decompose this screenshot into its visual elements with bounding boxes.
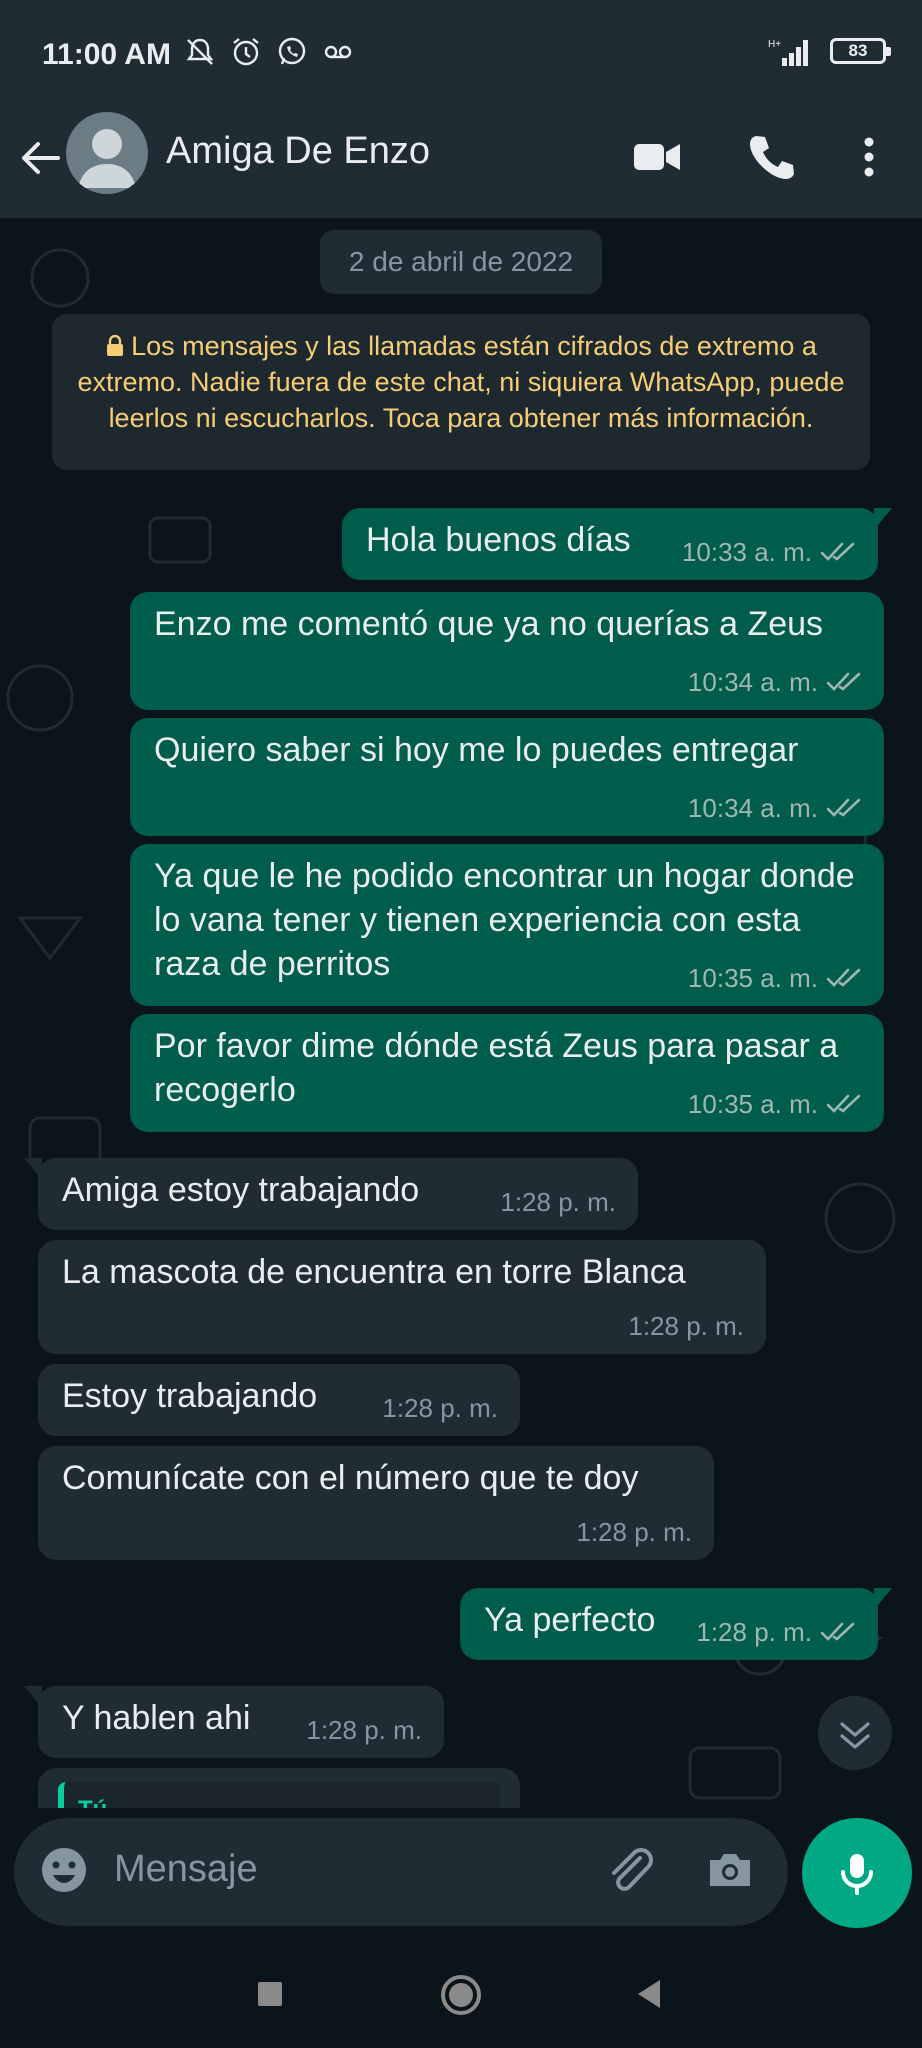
mic-icon	[841, 1854, 873, 1895]
message-text: Amiga estoy trabajando	[62, 1171, 420, 1209]
message-text: Enzo me comentó que ya no querías a Zeus	[154, 605, 824, 643]
bubble-tail	[874, 508, 892, 530]
message-text: Hola buenos días	[366, 521, 631, 559]
message-time: 1:28 p. m.	[696, 1617, 812, 1647]
message-text: Comunícate con el número que te doy	[62, 1459, 639, 1497]
message-incoming[interactable]: Comunícate con el número que te doy 1:28…	[38, 1446, 714, 1560]
chevron-down-icon	[840, 1722, 870, 1749]
message-time: 1:28 p. m.	[306, 1715, 422, 1745]
bubble-tail	[874, 1588, 892, 1610]
message-time: 10:34 a. m.	[687, 793, 818, 823]
message-time: 10:35 a. m.	[687, 963, 818, 993]
message-composer[interactable]: Mensaje	[14, 1818, 788, 1926]
message-outgoing[interactable]: Enzo me comentó que ya no querías a Zeus…	[130, 592, 884, 710]
home-button-icon[interactable]	[438, 1972, 484, 2018]
signal-icon: H+	[768, 39, 808, 66]
message-time: 1:28 p. m.	[576, 1517, 692, 1547]
status-bar: 11:00 AM H+ 83	[0, 0, 922, 108]
message-incoming[interactable]: La mascota de encuentra en torre Blanca …	[38, 1240, 766, 1354]
mic-button[interactable]	[802, 1818, 912, 1928]
battery-level: 83	[848, 41, 868, 60]
bubble-tail	[24, 1158, 42, 1180]
double-check-icon	[820, 1622, 855, 1641]
whatsapp-icon	[276, 36, 308, 68]
recents-button-icon[interactable]	[248, 1972, 292, 2016]
message-time: 1:28 p. m.	[628, 1311, 744, 1341]
more-options-icon[interactable]	[842, 130, 896, 184]
message-time: 10:33 a. m.	[681, 537, 812, 567]
camera-icon[interactable]	[702, 1842, 758, 1898]
message-time: 10:34 a. m.	[687, 667, 818, 697]
double-check-icon	[826, 672, 861, 691]
bubble-tail	[24, 1686, 42, 1708]
emoji-icon[interactable]	[36, 1842, 92, 1898]
voice-call-icon[interactable]	[744, 130, 798, 184]
video-call-icon[interactable]	[630, 130, 684, 184]
message-incoming[interactable]: Estoy trabajando 1:28 p. m.	[38, 1364, 520, 1436]
double-check-icon	[820, 542, 855, 561]
message-input[interactable]: Mensaje	[114, 1848, 258, 1891]
message-outgoing[interactable]: Quiero saber si hoy me lo puedes entrega…	[130, 718, 884, 836]
encryption-notice-text: Los mensajes y las llamadas están cifrad…	[77, 331, 845, 433]
message-incoming[interactable]: Amiga estoy trabajando 1:28 p. m.	[24, 1158, 638, 1230]
message-outgoing[interactable]: Por favor dime dónde está Zeus para pasa…	[130, 1014, 884, 1132]
message-outgoing[interactable]: Ya perfecto 1:28 p. m.	[460, 1588, 892, 1660]
message-text: La mascota de encuentra en torre Blanca	[62, 1253, 686, 1291]
bell-off-icon	[184, 36, 216, 68]
message-outgoing[interactable]: Hola buenos días 10:33 a. m.	[342, 508, 892, 580]
scroll-to-bottom-button[interactable]	[818, 1696, 892, 1770]
double-check-icon	[826, 968, 861, 987]
chat-area[interactable]: 2 de abril de 2022 Los mensajes y las ll…	[0, 218, 922, 1808]
avatar[interactable]	[66, 112, 148, 194]
encryption-notice[interactable]: Los mensajes y las llamadas están cifrad…	[52, 314, 870, 470]
status-time: 11:00 AM	[42, 38, 171, 71]
battery-indicator: 83	[830, 38, 891, 64]
date-chip: 2 de abril de 2022	[320, 230, 602, 294]
contact-name[interactable]: Amiga De Enzo	[166, 130, 430, 173]
message-text: Ya perfecto	[484, 1601, 656, 1639]
back-arrow-icon[interactable]	[14, 132, 66, 184]
message-time: 10:35 a. m.	[687, 1089, 818, 1119]
alarm-icon	[230, 36, 262, 68]
lock-icon	[107, 335, 124, 356]
chat-header: Amiga De Enzo	[0, 108, 922, 218]
quoted-message[interactable]: Tú	[58, 1782, 500, 1808]
status-notification-icons	[184, 36, 354, 68]
message-text: Y hablen ahi	[62, 1699, 251, 1737]
svg-text:H+: H+	[768, 39, 781, 50]
message-text: Estoy trabajando	[62, 1377, 318, 1415]
paperclip-icon[interactable]	[602, 1842, 658, 1898]
message-time: 1:28 p. m.	[382, 1393, 498, 1423]
system-nav-bar	[0, 1938, 922, 2048]
message-time: 1:28 p. m.	[500, 1187, 616, 1217]
message-outgoing[interactable]: Ya que le he podido encontrar un hogar d…	[130, 844, 884, 1006]
double-check-icon	[826, 1094, 861, 1113]
message-text: Quiero saber si hoy me lo puedes entrega…	[154, 731, 799, 769]
message-incoming-reply[interactable]: Tú	[38, 1768, 520, 1808]
back-button-icon[interactable]	[628, 1972, 672, 2016]
double-check-icon	[826, 798, 861, 817]
quoted-author: Tú	[78, 1796, 107, 1808]
message-incoming[interactable]: Y hablen ahi 1:28 p. m.	[24, 1686, 444, 1758]
voicemail-icon	[322, 36, 354, 68]
